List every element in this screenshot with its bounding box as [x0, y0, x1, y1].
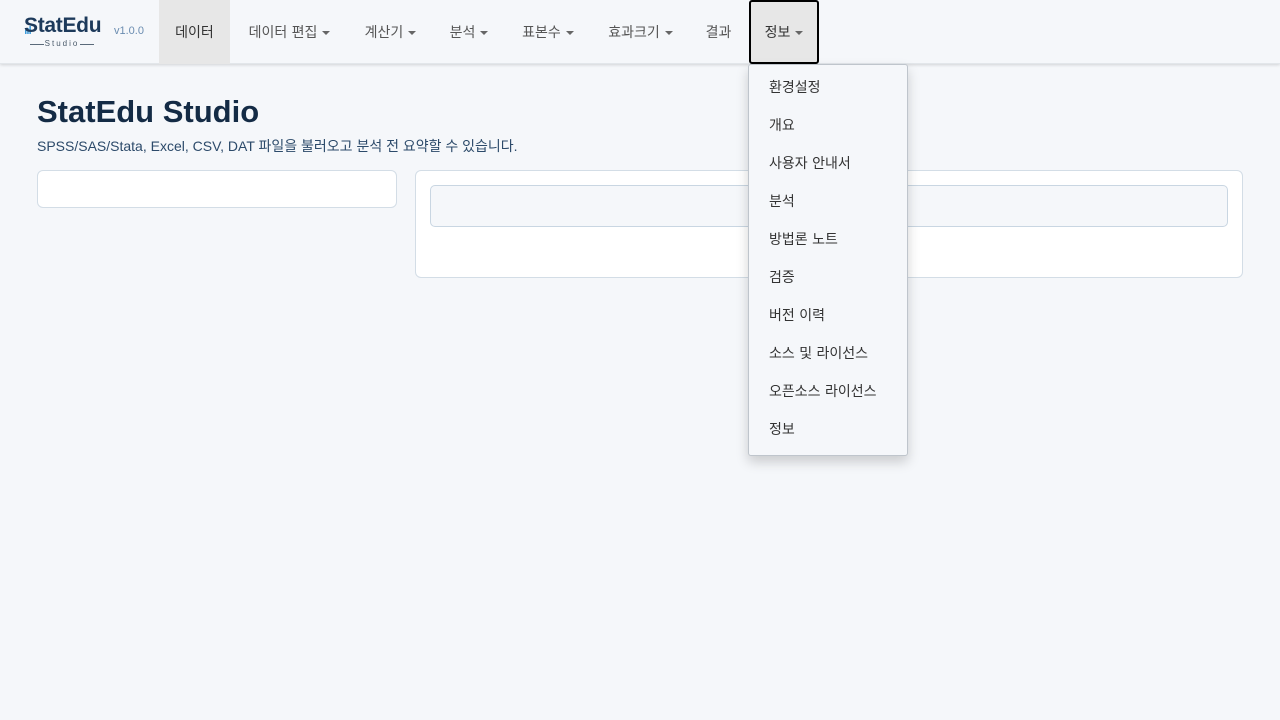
left-panel — [37, 170, 397, 208]
menu-item-validation[interactable]: 검증 — [749, 259, 907, 297]
top-navbar: StatEdu Studio v1.0.0 데이터 데이터 편집 계산기 분석 … — [0, 0, 1280, 64]
caret-down-icon — [480, 31, 489, 35]
menu-item-preferences[interactable]: 환경설정 — [749, 69, 907, 107]
nav-info[interactable]: 정보 — [749, 0, 819, 64]
page-description: SPSS/SAS/Stata, Excel, CSV, DAT 파일을 불러오고… — [37, 138, 518, 154]
nav-calculator-label: 계산기 — [364, 25, 404, 41]
nav-info-label: 정보 — [764, 25, 791, 41]
brand-name: StatEdu — [24, 14, 102, 37]
nav-data-edit-label: 데이터 편집 — [248, 25, 318, 41]
caret-down-icon — [664, 31, 673, 35]
caret-down-icon — [795, 31, 804, 35]
menu-item-version-history[interactable]: 버전 이력 — [749, 297, 907, 335]
nav-results[interactable]: 결과 — [691, 0, 746, 64]
nav-calculator[interactable]: 계산기 — [349, 0, 432, 64]
nav-effect-size[interactable]: 효과크기 — [592, 0, 689, 64]
nav-results-label: 결과 — [705, 25, 732, 41]
nav-analysis[interactable]: 분석 — [434, 0, 504, 64]
info-dropdown-menu: 환경설정 개요 사용자 안내서 분석 방법론 노트 검증 버전 이력 소스 및 … — [748, 64, 908, 456]
nav-data-edit[interactable]: 데이터 편집 — [232, 0, 347, 64]
menu-item-analysis[interactable]: 분석 — [749, 183, 907, 221]
brand-logo[interactable]: StatEdu Studio — [24, 14, 102, 50]
menu-item-methodology-notes[interactable]: 방법론 노트 — [749, 221, 907, 259]
menu-item-source-license[interactable]: 소스 및 라이선스 — [749, 335, 907, 373]
menu-item-overview[interactable]: 개요 — [749, 107, 907, 145]
page-title: StatEdu Studio — [37, 94, 260, 129]
version-label: v1.0.0 — [114, 25, 144, 37]
menu-item-user-guide[interactable]: 사용자 안내서 — [749, 145, 907, 183]
caret-down-icon — [408, 31, 417, 35]
menu-item-open-source-licenses[interactable]: 오픈소스 라이선스 — [749, 373, 907, 411]
menu-item-about[interactable]: 정보 — [749, 411, 907, 449]
caret-down-icon — [565, 31, 574, 35]
nav-data-label: 데이터 — [175, 25, 214, 41]
nav-data[interactable]: 데이터 — [159, 0, 230, 64]
nav-analysis-label: 분석 — [449, 25, 476, 41]
nav-effect-size-label: 효과크기 — [608, 25, 660, 41]
caret-down-icon — [322, 31, 331, 35]
nav-sample-size-label: 표본수 — [522, 25, 561, 41]
brand-subtitle: Studio — [24, 39, 100, 49]
nav-sample-size[interactable]: 표본수 — [506, 0, 590, 64]
